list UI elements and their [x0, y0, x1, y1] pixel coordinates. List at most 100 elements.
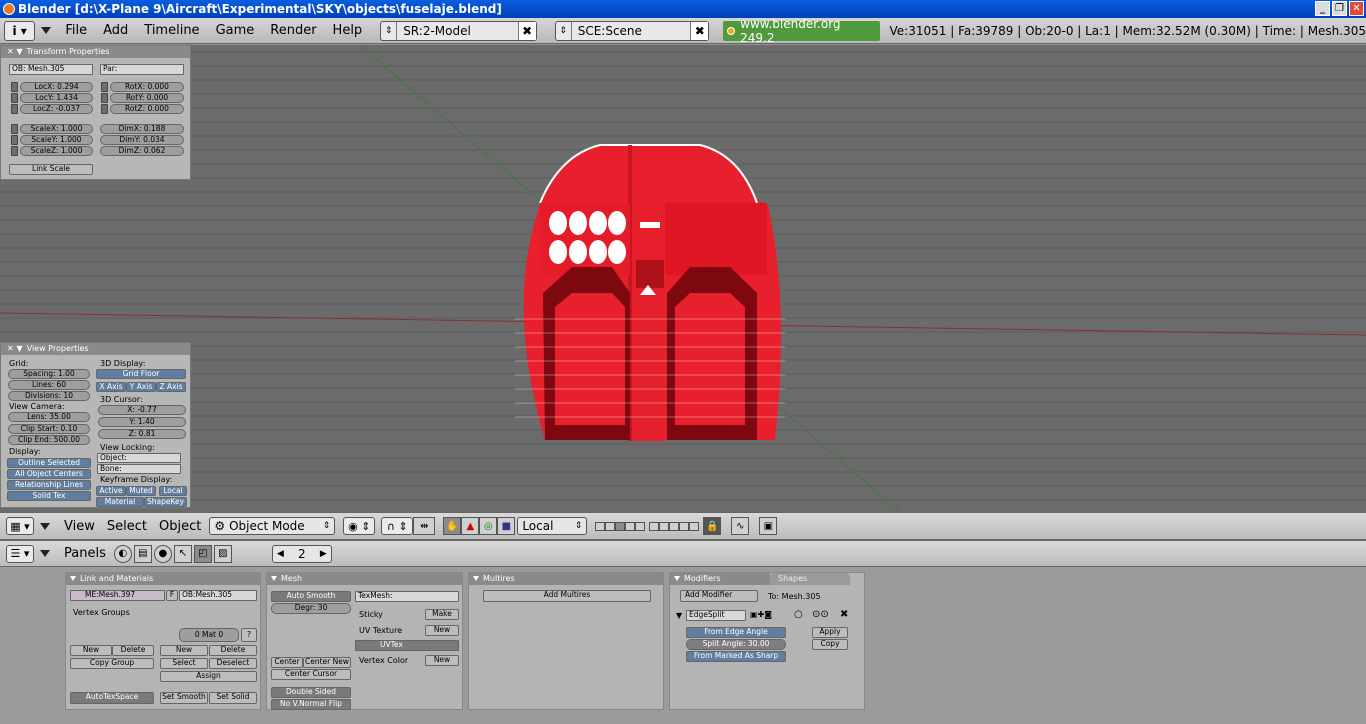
lock-icon[interactable] [11, 82, 18, 92]
lock-icon[interactable] [101, 93, 108, 103]
center-new-button[interactable]: Center New [303, 657, 351, 668]
clip-end-field[interactable]: Clip End: 500.00 [8, 435, 90, 445]
decrement-arrow-icon[interactable]: ◀ [277, 549, 284, 559]
lens-field[interactable]: Lens: 35.00 [8, 412, 90, 422]
edgesplit-name-field[interactable]: EdgeSplit [686, 610, 746, 621]
z-axis-toggle[interactable]: Z Axis [156, 382, 186, 392]
solid-tex-toggle[interactable]: Solid Tex [7, 491, 91, 501]
grid-spacing-field[interactable]: Spacing: 1.00 [8, 369, 90, 379]
grid-divisions-field[interactable]: Divisions: 10 [8, 391, 90, 401]
scene-name[interactable]: SCE:Scene [572, 22, 691, 40]
view-panel-header[interactable]: ✕ ▼ View Properties [1, 343, 190, 355]
lock-layers-icon[interactable]: 🔒 [703, 517, 722, 535]
cursor-z-field[interactable]: Z: 0.81 [98, 429, 186, 439]
editing-context-icon[interactable]: ◰ [193, 544, 212, 563]
lock-icon[interactable] [11, 146, 18, 156]
lock-icon[interactable] [101, 104, 108, 114]
roty-field[interactable]: RotY: 0.000 [110, 93, 184, 103]
apply-modifier-button[interactable]: Apply [812, 627, 848, 638]
relationship-lines-toggle[interactable]: Relationship Lines [7, 480, 91, 490]
script-context-icon[interactable]: ▤ [133, 544, 152, 563]
layer-button[interactable] [595, 521, 606, 531]
menu-select[interactable]: Select [107, 519, 147, 534]
degr-field[interactable]: Degr: 30 [271, 603, 351, 614]
mesh-header[interactable]: Mesh [267, 573, 462, 585]
scale-manipulator-icon[interactable]: ■ [497, 517, 516, 535]
locx-field[interactable]: LocX: 0.294 [20, 82, 93, 92]
remove-modifier-icon[interactable]: ✖ [840, 609, 848, 620]
auto-smooth-toggle[interactable]: Auto Smooth [271, 591, 351, 602]
layer-button[interactable] [649, 521, 660, 531]
align-icon[interactable]: ⇹ [413, 517, 436, 535]
delete-material-button[interactable]: Delete [209, 645, 257, 656]
split-angle-field[interactable]: Split Angle: 30.00 [686, 639, 786, 650]
object-name-field[interactable]: OB: Mesh.305 [9, 64, 93, 75]
menu-timeline[interactable]: Timeline [144, 23, 199, 38]
logic-context-icon[interactable]: ◐ [113, 544, 132, 563]
deselect-material-button[interactable]: Deselect [209, 658, 257, 669]
blender-org-link[interactable]: www.blender.org 249.2 [723, 17, 880, 45]
lock-icon[interactable] [11, 124, 18, 134]
minimize-button[interactable]: _ [1315, 1, 1330, 16]
material-help-button[interactable]: ? [241, 628, 257, 642]
shapekey-toggle[interactable]: ShapeKey [144, 497, 187, 507]
menu-panels[interactable]: Panels [64, 546, 106, 561]
parent-field[interactable]: Par: [100, 64, 184, 75]
multires-header[interactable]: Multires [469, 573, 663, 585]
delete-screen-icon[interactable]: ✖ [517, 21, 536, 40]
editor-type-info-icon[interactable]: i ▾ [4, 20, 36, 41]
local-toggle[interactable]: Local [159, 486, 187, 496]
transform-panel-header[interactable]: ✕ ▼ Transform Properties [1, 46, 190, 58]
texmesh-field[interactable]: TexMesh: [355, 591, 459, 602]
layer-button[interactable] [669, 521, 680, 531]
layer-button[interactable] [679, 521, 690, 531]
shapes-tab[interactable]: Shapes [770, 573, 850, 585]
expand-modifier-icon[interactable]: ▼ [676, 611, 682, 620]
rotate-manipulator-icon[interactable]: ◎ [479, 517, 498, 535]
mode-selector[interactable]: ⚙ Object Mode ⇕ [209, 517, 336, 535]
menu-help[interactable]: Help [333, 23, 363, 38]
screen-name[interactable]: SR:2-Model [397, 22, 518, 40]
render-preview-icon[interactable]: ▣ [759, 517, 778, 535]
layer-button[interactable] [625, 521, 636, 531]
menu-game[interactable]: Game [216, 23, 255, 38]
rotz-field[interactable]: RotZ: 0.000 [110, 104, 184, 114]
close-panel-icon[interactable]: ✕ ▼ [7, 46, 23, 58]
autotexspace-toggle[interactable]: AutoTexSpace [70, 692, 154, 704]
delete-vgroup-button[interactable]: Delete [112, 645, 154, 656]
center-button[interactable]: Center [271, 657, 303, 668]
layer-button[interactable] [659, 521, 670, 531]
layer-button[interactable] [635, 521, 646, 531]
screen-selector[interactable]: ⇕ SR:2-Model ✖ [380, 20, 537, 41]
mesh-datablock-field[interactable]: ME:Mesh.397 [70, 590, 165, 601]
object-datablock-field[interactable]: OB:Mesh.305 [179, 590, 257, 601]
lock-icon[interactable] [11, 93, 18, 103]
3d-viewport[interactable]: ✕ ▼ Transform Properties OB: Mesh.305 Pa… [0, 45, 1366, 512]
link-materials-header[interactable]: Link and Materials [66, 573, 260, 585]
menu-add[interactable]: Add [103, 23, 128, 38]
copy-group-button[interactable]: Copy Group [70, 658, 154, 669]
delete-scene-icon[interactable]: ✖ [690, 21, 709, 40]
dimz-field[interactable]: DimZ: 0.062 [100, 146, 184, 156]
uvtex-layer-field[interactable]: UVTex [355, 640, 459, 651]
make-sticky-button[interactable]: Make [425, 609, 459, 620]
set-solid-button[interactable]: Set Solid [209, 692, 257, 704]
cursor-y-field[interactable]: Y: 1.40 [98, 417, 186, 427]
modifier-visibility-icons[interactable]: ▣✚◙ [750, 610, 772, 619]
new-vgroup-button[interactable]: New [70, 645, 112, 656]
active-toggle[interactable]: Active [96, 486, 126, 496]
grid-lines-field[interactable]: Lines: 60 [8, 380, 90, 390]
close-button[interactable]: ✕ [1349, 1, 1364, 16]
menu-view[interactable]: View [64, 519, 95, 534]
object-context-icon[interactable]: ↖ [173, 544, 192, 563]
snap-icon[interactable]: ∿ [731, 517, 750, 535]
updown-arrow-icon[interactable]: ⇕ [381, 21, 398, 40]
double-sided-toggle[interactable]: Double Sided [271, 687, 351, 698]
increment-arrow-icon[interactable]: ▶ [320, 549, 327, 559]
locz-field[interactable]: LocZ: -0.037 [20, 104, 93, 114]
center-cursor-button[interactable]: Center Cursor [271, 669, 351, 680]
material-toggle[interactable]: Material [96, 497, 144, 507]
orientation-selector[interactable]: Local ⇕ [517, 517, 588, 535]
lock-icon[interactable] [101, 82, 108, 92]
collapse-menu-icon[interactable] [40, 522, 50, 530]
